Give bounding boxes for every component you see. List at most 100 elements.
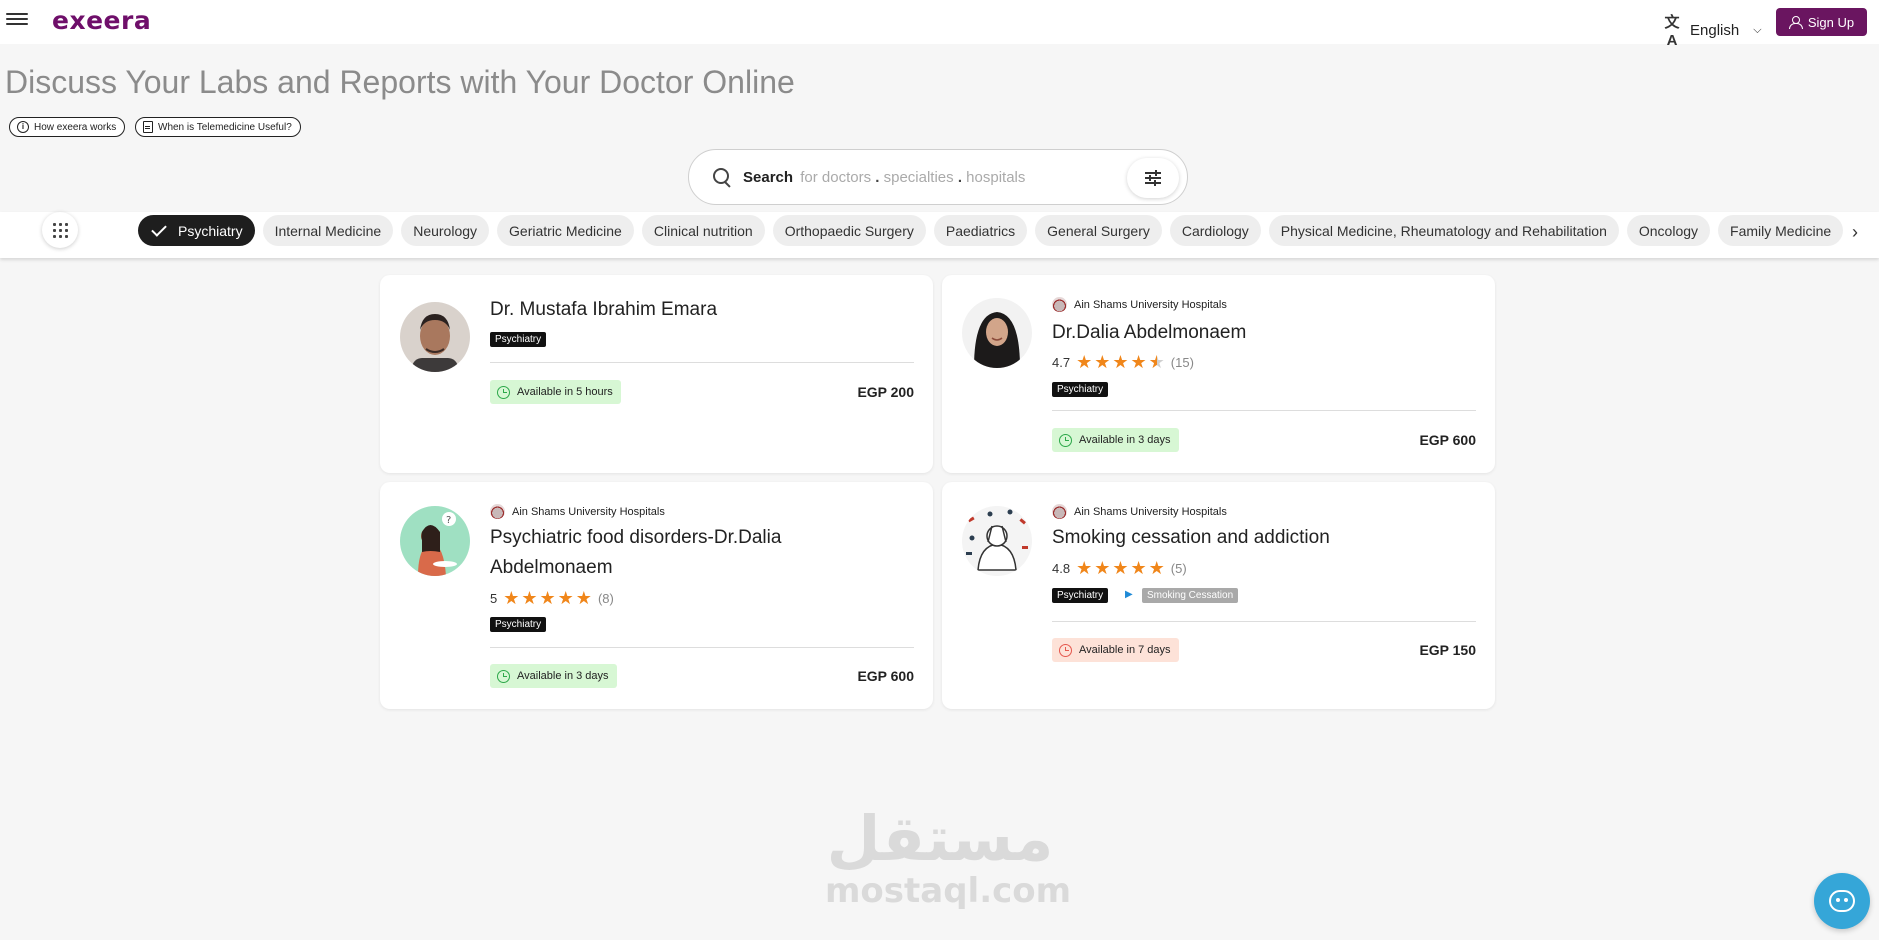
category-chip-neurology[interactable]: Neurology	[401, 215, 490, 246]
star-rating: ★ ★ ★ ★ ★	[1076, 353, 1165, 371]
category-chip-clinical-nutrition[interactable]: Clinical nutrition	[641, 215, 765, 246]
how-exeera-works-label: How exeera works	[34, 121, 117, 133]
specialty-tag: Psychiatry	[490, 332, 547, 347]
rating: 4.7 ★ ★ ★ ★ ★ (15)	[1052, 353, 1194, 371]
star-icon: ★	[1076, 558, 1093, 578]
specialty-tag: Psychiatry	[1052, 382, 1109, 397]
info-icon: i	[17, 121, 29, 133]
category-chip-general-surgery[interactable]: General Surgery	[1035, 215, 1162, 246]
star-icon: ★	[1148, 558, 1165, 578]
language-label: English	[1690, 21, 1740, 39]
doctor-name[interactable]: Psychiatric food disorders-Dr.Dalia Abde…	[490, 523, 781, 583]
chat-bot-button[interactable]	[1814, 873, 1870, 929]
telemedicine-useful-link[interactable]: When is Telemedicine Useful?	[135, 117, 301, 137]
sign-up-button[interactable]: Sign Up	[1776, 8, 1867, 36]
hospital-name: Ain Shams University Hospitals	[1074, 298, 1227, 311]
language-selector[interactable]: 文A English ⌵	[1662, 11, 1762, 49]
doctor-name[interactable]: Dr. Mustafa Ibrahim Emara	[490, 295, 717, 325]
chevron-right-icon[interactable]: ›	[1852, 222, 1858, 243]
grid-icon	[52, 222, 68, 238]
search-hint-hospitals: hospitals	[966, 168, 1026, 186]
hospital-label: Ain Shams University Hospitals	[1052, 504, 1227, 519]
how-exeera-works-link[interactable]: i How exeera works	[9, 117, 126, 137]
availability-badge: Available in 5 hours	[490, 380, 621, 404]
category-chip-orthopaedic-surgery[interactable]: Orthopaedic Surgery	[772, 215, 926, 246]
page-title: Discuss Your Labs and Reports with Your …	[5, 64, 795, 100]
sign-up-label: Sign Up	[1807, 14, 1855, 30]
star-icon: ★	[1130, 352, 1147, 372]
search-separator: .	[957, 168, 962, 186]
search-placeholder: Search for doctors . specialties . hospi…	[743, 169, 1025, 186]
chevron-down-icon: ⌵	[1753, 23, 1762, 36]
hospital-name: Ain Shams University Hospitals	[512, 505, 665, 518]
category-chip-paediatrics[interactable]: Paediatrics	[933, 215, 1028, 246]
price: EGP 200	[857, 384, 914, 400]
star-icon: ★	[539, 588, 556, 608]
search-label: Search	[743, 168, 794, 186]
availability-badge: Available in 3 days	[490, 664, 617, 688]
category-chip-oncology[interactable]: Oncology	[1626, 215, 1711, 246]
availability-label: Available in 3 days	[1079, 434, 1171, 446]
price: EGP 600	[1419, 432, 1476, 448]
rating-value: 5	[490, 590, 498, 606]
doctor-name-line: Abdelmonaem	[490, 557, 613, 578]
star-icon: ★	[1130, 558, 1147, 578]
logo[interactable]: exeera	[52, 6, 151, 35]
category-chip-cardiology[interactable]: Cardiology	[1169, 215, 1261, 246]
specialty-tag: Psychiatry	[1052, 588, 1109, 603]
doctor-name-line: Psychiatric food disorders-Dr.Dalia	[490, 527, 782, 548]
rating: 5 ★ ★ ★ ★ ★ (8)	[490, 589, 614, 607]
star-icon: ★	[503, 588, 520, 608]
hamburger-menu-icon[interactable]	[6, 10, 28, 32]
watermark-arabic: مستقل	[826, 802, 1054, 875]
price: EGP 150	[1419, 642, 1476, 658]
category-chip-family-medicine[interactable]: Family Medicine	[1718, 215, 1844, 246]
star-icon: ★	[1094, 352, 1111, 372]
chat-bot-icon	[1829, 890, 1855, 912]
category-chip-geriatric-medicine[interactable]: Geriatric Medicine	[497, 215, 634, 246]
availability-label: Available in 5 hours	[517, 386, 613, 398]
doctor-name[interactable]: Smoking cessation and addiction	[1052, 523, 1330, 553]
subspecialty-tag: Smoking Cessation	[1142, 588, 1239, 603]
translate-icon: 文A	[1664, 14, 1680, 49]
hospital-logo-icon	[1052, 504, 1067, 519]
price: EGP 600	[857, 668, 914, 684]
doctor-name[interactable]: Dr.Dalia Abdelmonaem	[1052, 318, 1246, 348]
hospital-label: Ain Shams University Hospitals	[1052, 297, 1227, 312]
doctor-avatar	[962, 298, 1032, 368]
hospital-logo-icon	[1052, 297, 1067, 312]
clock-icon	[1059, 433, 1072, 447]
doctor-card[interactable]: ? Ain Shams University Hospitals Psychia…	[380, 482, 933, 709]
star-icon: ★	[1076, 352, 1093, 372]
availability-badge: Available in 7 days	[1052, 638, 1179, 662]
star-icon: ★	[1112, 352, 1129, 372]
availability-label: Available in 3 days	[517, 670, 609, 682]
category-chip-psychiatry[interactable]: Psychiatry	[138, 215, 255, 246]
category-chip-internal-medicine[interactable]: Internal Medicine	[262, 215, 394, 246]
star-icon: ★	[557, 588, 574, 608]
category-chip-physical-medicine[interactable]: Physical Medicine, Rheumatology and Reha…	[1268, 215, 1619, 246]
doctor-card[interactable]: Ain Shams University Hospitals Dr.Dalia …	[942, 275, 1495, 473]
doctor-avatar	[962, 506, 1032, 576]
clock-icon	[497, 669, 510, 683]
doctor-card[interactable]: Dr. Mustafa Ibrahim Emara Psychiatry Ava…	[380, 275, 933, 473]
search-hint-specialties: specialties	[883, 168, 954, 186]
watermark-latin: mostaql.com	[825, 871, 1072, 911]
rating: 4.8 ★ ★ ★ ★ ★ (5)	[1052, 559, 1187, 577]
star-icon: ★	[575, 588, 592, 608]
all-categories-button[interactable]	[42, 212, 78, 248]
availability-badge: Available in 3 days	[1052, 428, 1179, 452]
doctor-card[interactable]: Ain Shams University Hospitals Smoking c…	[942, 482, 1495, 709]
doctor-avatar	[400, 302, 470, 372]
clock-icon	[1059, 643, 1072, 657]
document-icon	[143, 121, 153, 133]
user-icon	[1788, 16, 1803, 29]
rating-value: 4.7	[1052, 354, 1071, 370]
sliders-icon	[1145, 170, 1161, 186]
filter-button[interactable]	[1127, 158, 1179, 198]
search-bar[interactable]: Search for doctors . specialties . hospi…	[688, 149, 1188, 205]
specialty-tag: Psychiatry	[490, 617, 547, 632]
rating-value: 4.8	[1052, 560, 1071, 576]
search-separator: .	[875, 168, 880, 186]
star-icon: ★	[521, 588, 538, 608]
